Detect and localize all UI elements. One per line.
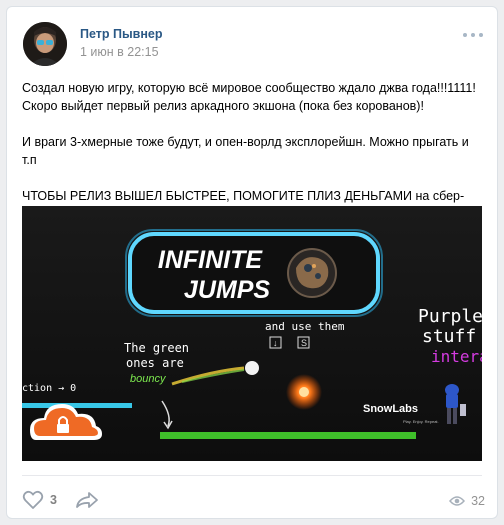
note-green-1: The green (124, 341, 189, 355)
divider (22, 475, 482, 476)
svg-text:↓: ↓ (273, 338, 278, 348)
like-button[interactable]: 3 (22, 490, 57, 510)
post-text-line: И враги 3-хмерные тоже будут, и опен-вор… (22, 135, 469, 167)
platform-green (160, 432, 416, 439)
post-text-line: Скоро выйдет первый релиз аркадного экшо… (22, 99, 424, 113)
views-counter: 32 (449, 494, 485, 508)
post-date[interactable]: 1 июн в 22:15 (80, 45, 159, 59)
ball (245, 361, 259, 375)
like-count: 3 (50, 493, 57, 507)
share-arrow-icon (76, 492, 98, 508)
author-avatar[interactable] (23, 22, 67, 66)
studio-name: SnowLabs (363, 403, 418, 415)
note-purple-2: stuff (422, 326, 476, 347)
share-button[interactable] (75, 491, 99, 509)
eye-icon (449, 496, 466, 506)
note-and-use-them: and use them (265, 320, 345, 333)
game-title-line2: JUMPS (184, 276, 270, 304)
views-count: 32 (471, 494, 485, 508)
note-purple-1: Purple (418, 306, 482, 327)
note-green-2: ones are (126, 356, 184, 370)
avatar-image (23, 22, 67, 66)
game-title-line1: INFINITE (158, 246, 263, 274)
game-screenshot: INFINITE JUMPS The green ones are bouncy… (22, 206, 482, 461)
platform-cyan (22, 403, 132, 408)
post-image[interactable]: INFINITE JUMPS The green ones are bouncy… (22, 206, 482, 461)
post-text: Создал новую игру, которую всё мировое с… (22, 79, 484, 223)
note-green-3: bouncy (130, 373, 167, 385)
more-dots-icon[interactable] (463, 33, 483, 39)
post-actions: 3 (22, 487, 99, 513)
counter-text: ction → 0 (22, 383, 76, 394)
note-purple-3: intera (431, 347, 482, 366)
heart-icon (22, 490, 44, 509)
post-text-line: Создал новую игру, которую всё мировое с… (22, 81, 476, 95)
studio-tagline: Play. Enjoy. Repeat. (403, 419, 439, 424)
svg-text:S: S (301, 338, 307, 348)
post-card: Петр Пывнер 1 июн в 22:15 Создал новую и… (6, 6, 498, 519)
author-name[interactable]: Петр Пывнер (80, 27, 162, 41)
